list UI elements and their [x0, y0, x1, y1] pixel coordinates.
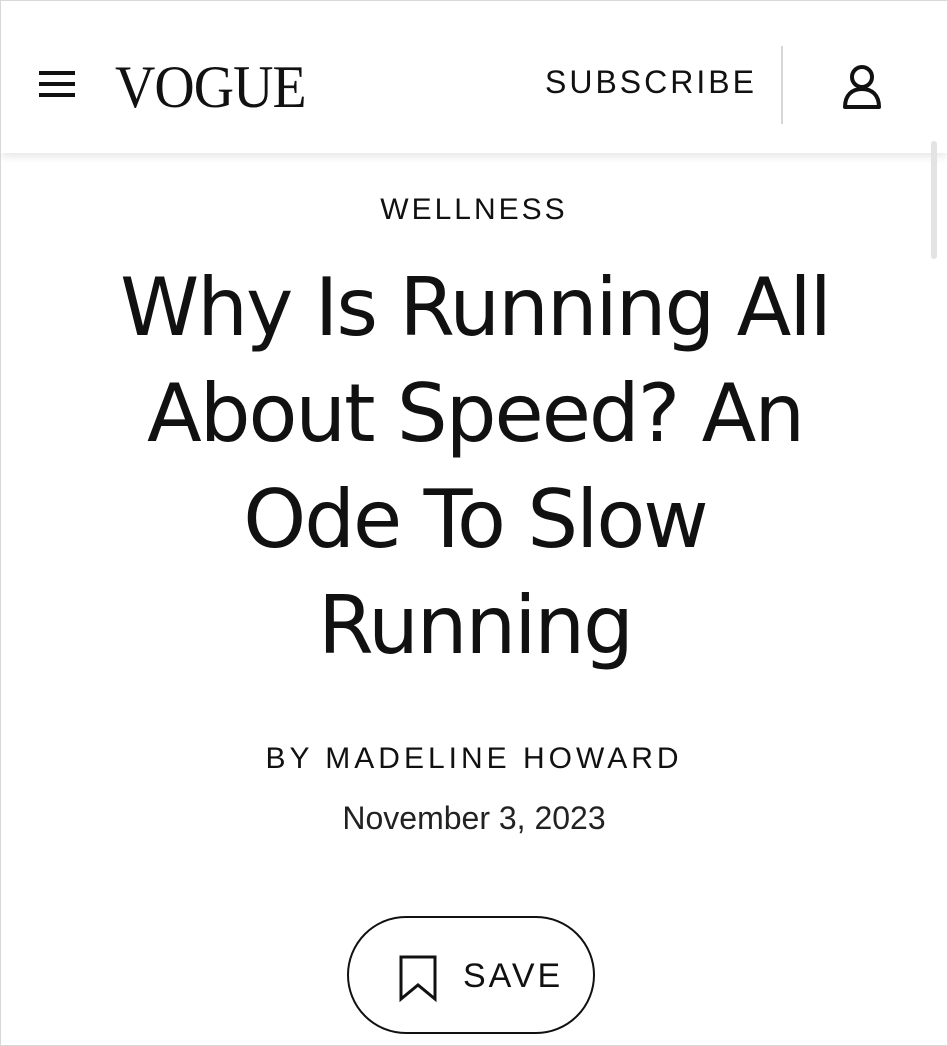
scrollbar[interactable] — [931, 141, 937, 259]
headline-line: About Speed? An — [146, 367, 805, 460]
byline-prefix: BY — [265, 742, 313, 775]
bookmark-icon — [397, 954, 439, 1002]
user-account-icon[interactable] — [837, 63, 887, 109]
hamburger-menu-icon[interactable] — [37, 67, 79, 103]
article-headline: Why Is Running All About Speed? An Ode T… — [61, 255, 889, 679]
user-icon-graphic — [843, 65, 881, 109]
headline-line: Running — [318, 579, 634, 672]
vogue-logo[interactable]: VOGUE — [115, 53, 307, 121]
headline-line: Ode To Slow — [243, 473, 708, 566]
site-header: VOGUE SUBSCRIBE — [1, 1, 947, 153]
author-link[interactable]: MADELINE HOWARD — [325, 742, 682, 775]
category-link[interactable]: WELLNESS — [1, 193, 947, 227]
article-page: VOGUE SUBSCRIBE WELLNESS Why Is Running … — [0, 0, 948, 1046]
save-button[interactable]: SAVE — [347, 916, 595, 1034]
menu-bar — [39, 71, 75, 75]
headline-line: Why Is Running All — [120, 261, 832, 354]
menu-bar — [39, 82, 75, 86]
menu-bar — [39, 93, 75, 97]
subscribe-link[interactable]: SUBSCRIBE — [545, 62, 757, 102]
publish-date: November 3, 2023 — [342, 800, 606, 836]
byline: BY MADELINE HOWARD — [1, 742, 947, 776]
save-button-label: SAVE — [463, 957, 564, 995]
header-divider — [781, 46, 783, 124]
